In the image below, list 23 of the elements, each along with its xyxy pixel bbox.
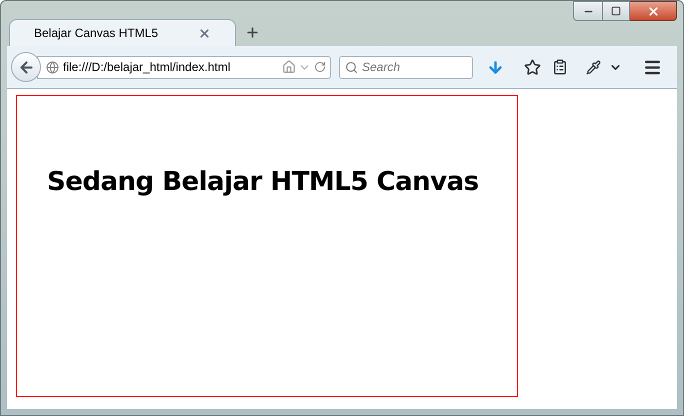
search-icon xyxy=(345,60,358,74)
new-tab-icon[interactable] xyxy=(245,25,260,40)
close-tab-icon[interactable] xyxy=(198,26,211,40)
pipette-icon[interactable] xyxy=(586,60,601,74)
close-icon xyxy=(646,4,660,18)
back-icon xyxy=(18,58,34,76)
star-icon[interactable] xyxy=(524,58,541,76)
address-bar[interactable]: file:///D:/belajar_html/index.html xyxy=(37,56,331,78)
canvas-heading: Sedang Belajar HTML5 Canvas xyxy=(47,169,480,195)
reload-icon[interactable] xyxy=(314,61,326,73)
back-button[interactable] xyxy=(11,52,41,82)
close-button[interactable] xyxy=(630,1,677,21)
maximize-button[interactable] xyxy=(603,1,630,21)
maximize-icon xyxy=(611,6,621,16)
reading-list-icon[interactable] xyxy=(552,59,568,75)
browser-tab[interactable]: Belajar Canvas HTML5 xyxy=(9,19,236,46)
globe-icon xyxy=(46,60,59,74)
search-input[interactable]: Search xyxy=(362,58,462,76)
download-icon[interactable] xyxy=(487,58,504,76)
home-icon[interactable] xyxy=(282,60,296,74)
url-text: file:///D:/belajar_html/index.html xyxy=(63,59,230,76)
search-field[interactable]: Search xyxy=(339,56,473,78)
tab-title: Belajar Canvas HTML5 xyxy=(34,25,158,42)
